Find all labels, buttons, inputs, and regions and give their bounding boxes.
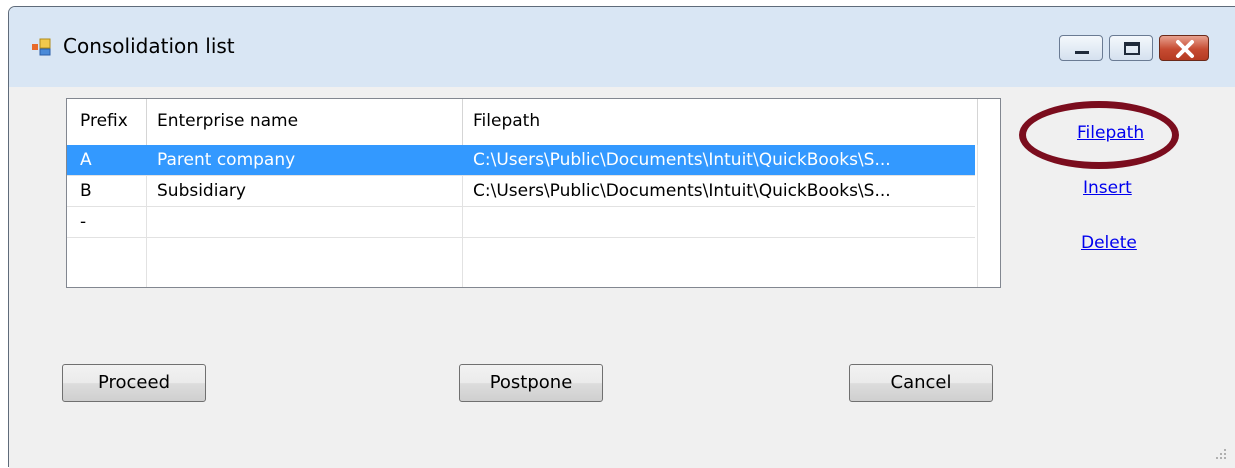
delete-link[interactable]: Delete: [1081, 233, 1137, 253]
column-header-enterprise-name[interactable]: Enterprise name: [157, 111, 298, 131]
maximize-button[interactable]: [1109, 35, 1153, 61]
cell-prefix[interactable]: B: [80, 181, 92, 201]
cell-filepath[interactable]: C:\Users\Public\Documents\Intuit\QuickBo…: [473, 150, 891, 170]
table-row[interactable]: A Parent company C:\Users\Public\Documen…: [67, 145, 975, 176]
resize-grip-icon[interactable]: [1213, 446, 1227, 460]
filepath-link[interactable]: Filepath: [1077, 123, 1144, 143]
cell-filepath[interactable]: C:\Users\Public\Documents\Intuit\QuickBo…: [473, 181, 891, 201]
consolidation-grid[interactable]: Prefix Enterprise name Filepath A Parent…: [66, 98, 1001, 288]
table-row[interactable]: B Subsidiary C:\Users\Public\Documents\I…: [67, 176, 975, 207]
minimize-icon: [1075, 51, 1089, 54]
grid-header: Prefix Enterprise name Filepath: [67, 99, 1000, 145]
window-client-area: Prefix Enterprise name Filepath A Parent…: [9, 87, 1235, 468]
close-button[interactable]: [1159, 35, 1209, 61]
cell-enterprise-name[interactable]: Parent company: [157, 150, 295, 170]
insert-link[interactable]: Insert: [1083, 178, 1132, 198]
cell-prefix[interactable]: -: [80, 212, 86, 232]
column-header-filepath[interactable]: Filepath: [473, 111, 540, 131]
close-icon: [1176, 40, 1194, 58]
maximize-icon: [1124, 42, 1140, 55]
table-row-new[interactable]: -: [67, 207, 975, 238]
minimize-button[interactable]: [1059, 35, 1103, 61]
window-title: Consolidation list: [63, 34, 235, 58]
title-bar[interactable]: Consolidation list: [9, 7, 1235, 87]
column-header-prefix[interactable]: Prefix: [80, 111, 128, 131]
postpone-button[interactable]: Postpone: [459, 364, 603, 402]
cell-prefix[interactable]: A: [80, 150, 92, 170]
cell-enterprise-name[interactable]: Subsidiary: [157, 181, 246, 201]
cancel-button[interactable]: Cancel: [849, 364, 993, 402]
proceed-button[interactable]: Proceed: [62, 364, 206, 402]
consolidation-window: Consolidation list Prefix Enterprise nam…: [8, 6, 1235, 468]
app-window-icon: [32, 38, 51, 56]
